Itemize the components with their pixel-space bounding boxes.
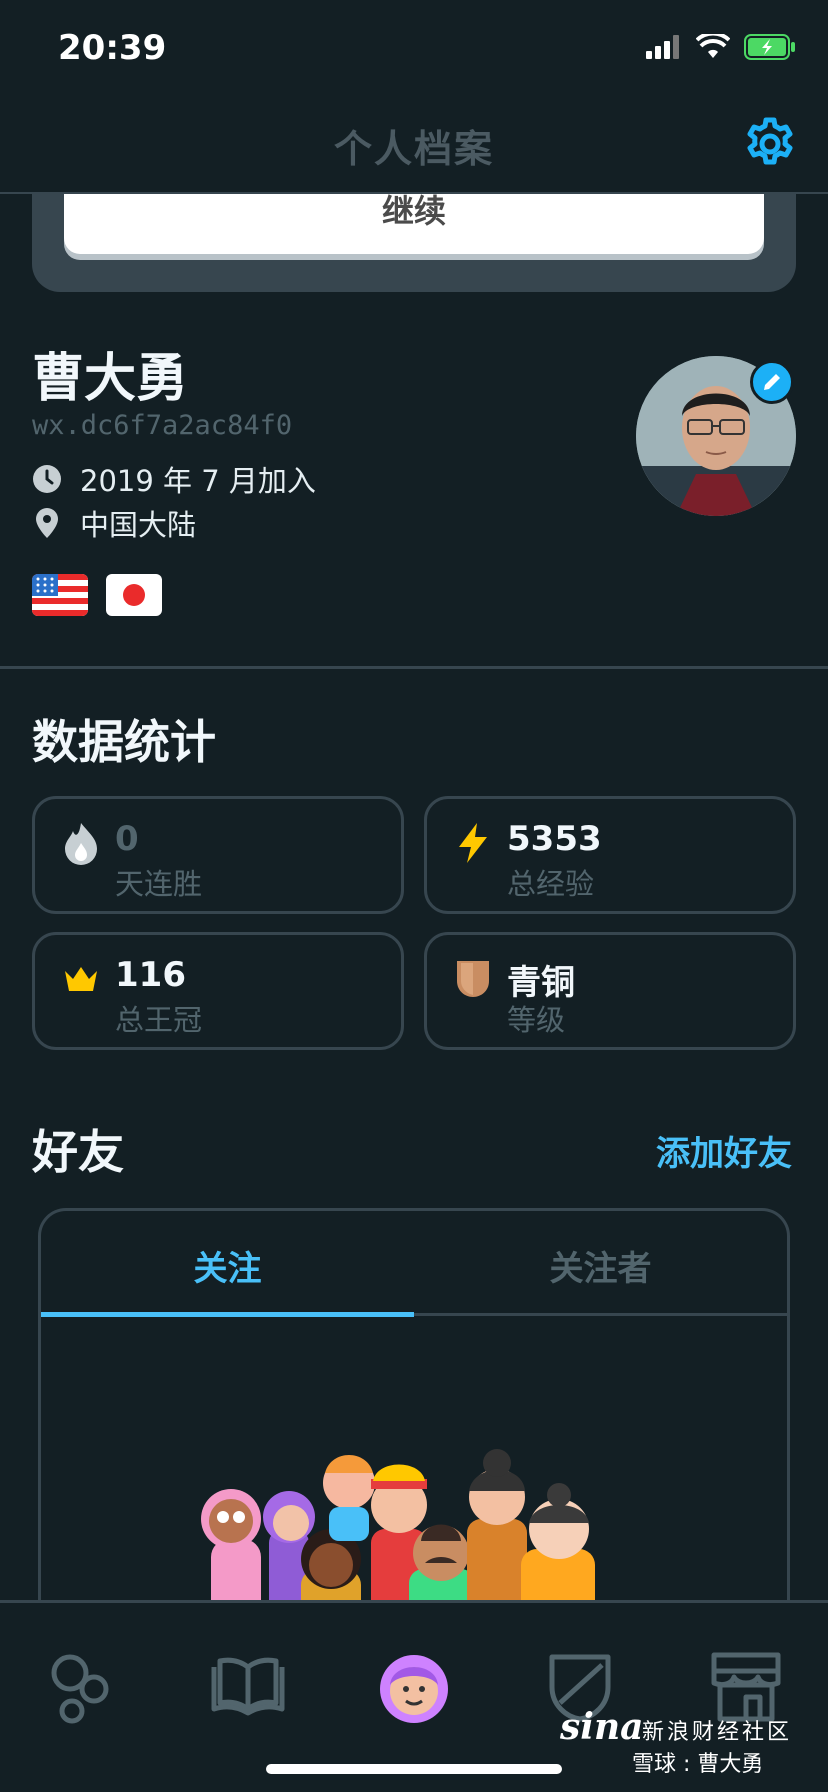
course-flags	[32, 574, 162, 616]
clock-icon	[33, 465, 61, 493]
location-text: 中国大陆	[80, 508, 197, 542]
book-icon	[211, 1657, 285, 1716]
stat-card-league: 青铜 等级	[424, 932, 796, 1050]
characters-illustration	[201, 1449, 595, 1619]
league-label: 等级	[507, 1003, 566, 1037]
sina-logo: sina	[560, 1706, 644, 1748]
crowns-label: 总王冠	[115, 1003, 203, 1037]
stat-card-crowns: 116 总王冠	[32, 932, 404, 1050]
status-bar: 20:39	[0, 0, 828, 96]
location-pin-icon	[36, 508, 58, 538]
us-flag-icon[interactable]	[32, 574, 88, 616]
gear-icon	[747, 117, 793, 165]
stats-title: 数据统计	[32, 715, 216, 769]
profile-username: wx.dc6f7a2ac84f0	[32, 410, 293, 441]
stat-card-xp: 5353 总经验	[424, 796, 796, 914]
signal-icon	[646, 35, 679, 59]
stat-card-streak: 0 天连胜	[32, 796, 404, 914]
page-title: 个人档案	[333, 127, 494, 171]
nav-stories[interactable]	[208, 1647, 288, 1727]
nav-profile[interactable]	[374, 1647, 454, 1727]
learn-icon	[51, 1654, 109, 1724]
edit-avatar-button[interactable]	[750, 360, 794, 404]
pencil-icon	[764, 374, 780, 390]
settings-button[interactable]	[742, 116, 798, 172]
tab-active-indicator	[41, 1312, 414, 1317]
divider	[0, 666, 828, 669]
status-time: 20:39	[58, 28, 167, 68]
friends-title: 好友	[32, 1125, 124, 1179]
fire-icon	[65, 823, 97, 865]
watermark: sina 新浪财经社区 雪球 : 曹大勇	[560, 1706, 820, 1777]
wifi-icon	[696, 34, 730, 58]
tab-followers[interactable]: 关注者	[414, 1241, 787, 1290]
header: 个人档案	[0, 96, 828, 194]
crown-icon	[65, 967, 97, 991]
bronze-shield-icon	[457, 961, 489, 997]
friends-panel: 关注 关注者	[38, 1208, 790, 1628]
nav-learn[interactable]	[42, 1647, 122, 1727]
profile-icon	[380, 1655, 448, 1723]
streak-label: 天连胜	[115, 867, 203, 901]
battery-icon	[744, 34, 795, 60]
japan-flag-icon[interactable]	[106, 574, 162, 616]
xp-value: 5353	[507, 819, 602, 859]
crowns-value: 116	[115, 955, 186, 995]
joined-row: 2019 年 7 月加入	[32, 458, 316, 500]
lightning-icon	[459, 823, 487, 863]
continue-card: 继续	[32, 194, 796, 292]
xp-label: 总经验	[507, 867, 595, 901]
watermark-line1: 新浪财经社区	[642, 1720, 793, 1745]
tab-following[interactable]: 关注	[41, 1241, 414, 1290]
add-friend-link[interactable]: 添加好友	[656, 1126, 792, 1175]
home-indicator	[266, 1764, 562, 1774]
continue-button[interactable]: 继续	[64, 194, 764, 254]
status-icons	[646, 34, 796, 60]
watermark-line2: 雪球 : 曹大勇	[632, 1752, 764, 1777]
joined-date: 2019 年 7 月加入	[80, 464, 316, 498]
streak-value: 0	[115, 819, 139, 859]
location-row: 中国大陆	[32, 502, 196, 544]
profile-name: 曹大勇	[32, 349, 189, 409]
